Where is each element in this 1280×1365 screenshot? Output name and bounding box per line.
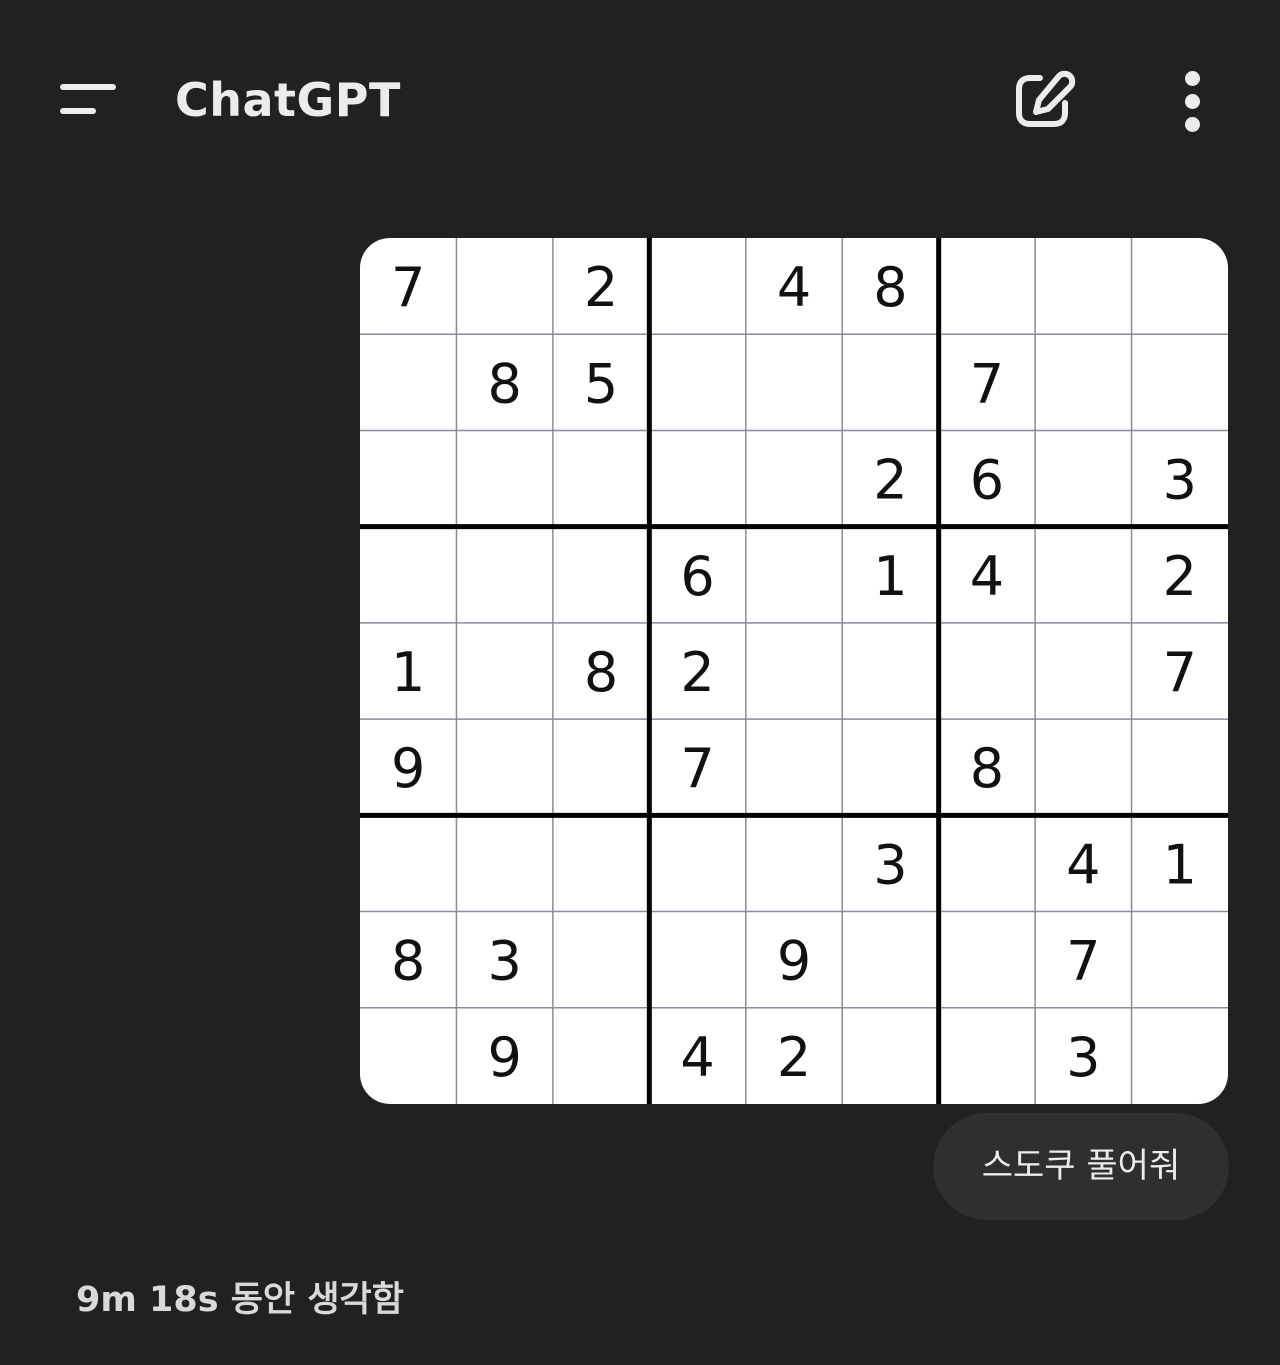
sudoku-grid: 7 2 4 88 5 72 6 36 1 4 21 8 2 79 7 83 4 18 3 9 79 4 2 3 xyxy=(360,238,1228,1104)
sudoku-cell-digit: 9 xyxy=(391,737,425,800)
thinking-duration-label[interactable]: 9m 18s 동안 생각함 xyxy=(76,1276,404,1324)
more-options-button[interactable] xyxy=(1168,68,1218,134)
user-message-bubble: 스도쿠 풀어줘 xyxy=(933,1113,1229,1220)
app-header: ChatGPT xyxy=(0,0,1280,200)
new-chat-button[interactable] xyxy=(1010,70,1076,132)
sudoku-cell-digit: 3 xyxy=(1163,449,1197,512)
sudoku-cell-digit: 8 xyxy=(873,256,907,319)
edit-square-icon xyxy=(1016,70,1076,127)
sudoku-cell-digit: 7 xyxy=(680,737,714,800)
sudoku-cell-digit: 2 xyxy=(680,641,714,704)
sudoku-cell-digit: 2 xyxy=(873,449,907,512)
sudoku-cell-digit: 8 xyxy=(391,930,425,993)
sudoku-cell-digit: 4 xyxy=(1066,833,1100,896)
sudoku-cell-digit: 9 xyxy=(777,930,811,993)
sudoku-cell-digit: 8 xyxy=(487,352,521,415)
sudoku-cell-digit: 5 xyxy=(584,352,618,415)
sudoku-cell-digit: 6 xyxy=(680,545,714,608)
sudoku-cell-digit: 2 xyxy=(1163,545,1197,608)
sudoku-cell-digit: 4 xyxy=(777,256,811,319)
sudoku-cell-digit: 4 xyxy=(680,1026,714,1089)
sudoku-cell-digit: 9 xyxy=(487,1026,521,1089)
sudoku-cell-digit: 6 xyxy=(970,449,1004,512)
sudoku-cell-digit: 4 xyxy=(970,545,1004,608)
sudoku-cell-digit: 8 xyxy=(584,641,618,704)
sudoku-cell-digit: 1 xyxy=(1163,833,1197,896)
sudoku-cell-digit: 1 xyxy=(391,641,425,704)
sudoku-cell-digit: 8 xyxy=(970,737,1004,800)
sudoku-cell-digit: 2 xyxy=(777,1026,811,1089)
app-title: ChatGPT xyxy=(175,73,401,127)
sudoku-cell-digit: 3 xyxy=(487,930,521,993)
sudoku-cell-digit: 3 xyxy=(1066,1026,1100,1089)
user-message-text: 스도쿠 풀어줘 xyxy=(981,1146,1181,1186)
sudoku-cell-digit: 1 xyxy=(873,545,907,608)
sudoku-cell-digit: 2 xyxy=(584,256,618,319)
sudoku-cell-digit: 7 xyxy=(970,352,1004,415)
sudoku-cell-digit: 7 xyxy=(1066,930,1100,993)
sidebar-menu-button[interactable] xyxy=(52,70,122,130)
sudoku-cell-digit: 7 xyxy=(1163,641,1197,704)
sudoku-cell-digit: 7 xyxy=(391,256,425,319)
sudoku-image-attachment[interactable]: 72488572636142182797834183979423 xyxy=(360,238,1228,1104)
sudoku-cell-digit: 3 xyxy=(873,833,907,896)
